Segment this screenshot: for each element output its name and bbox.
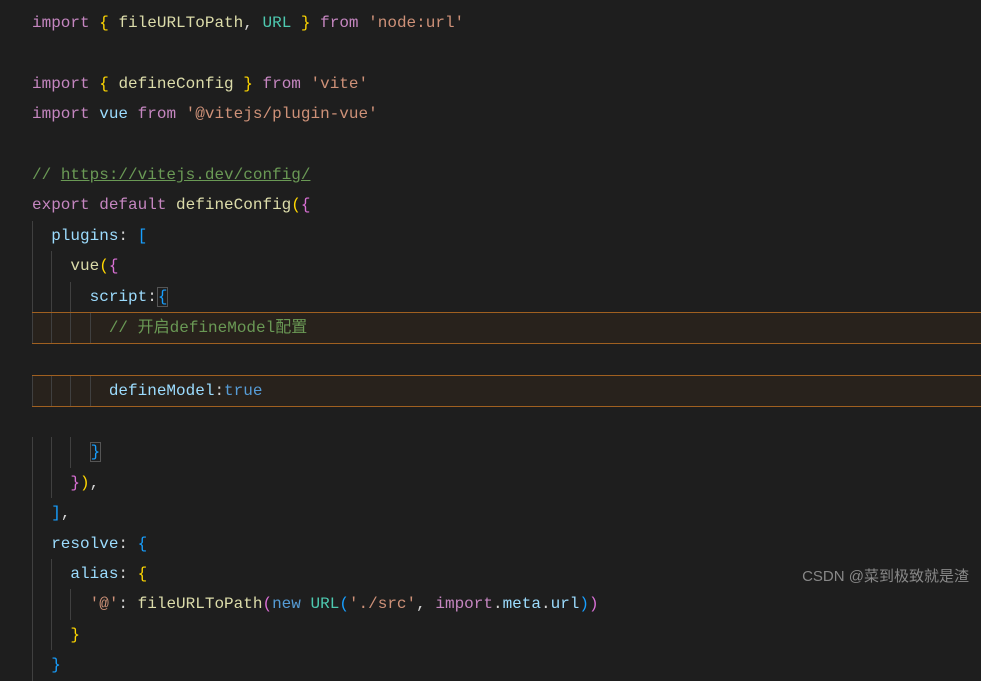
code-line-16: resolve: { [32,535,147,553]
code-line-6: // https://vitejs.dev/config/ [32,166,310,184]
code-line-15: ], [32,504,70,522]
code-line-20: } [32,656,61,674]
code-line-4: import vue from '@vitejs/plugin-vue' [32,105,378,123]
code-line-13: } [32,443,101,461]
code-line-18: '@': fileURLToPath(new URL('./src', impo… [32,595,599,613]
code-line-2 [32,44,42,62]
code-line-5 [32,136,42,154]
code-line-10: script:{ [32,288,168,306]
code-line-7: export default defineConfig({ [32,196,310,214]
code-line-17: alias: { [32,565,147,583]
code-line-12: defineModel:true [32,375,981,407]
code-line-14: }), [32,474,99,492]
code-line-11: // 开启defineModel配置 [32,312,981,344]
code-line-3: import { defineConfig } from 'vite' [32,75,368,93]
code-line-1: import { fileURLToPath, URL } from 'node… [32,14,464,32]
code-line-8: plugins: [ [32,227,147,245]
code-line-19: } [32,626,80,644]
watermark: CSDN @菜到极致就是渣 [802,563,969,592]
code-line-9: vue({ [32,257,118,275]
